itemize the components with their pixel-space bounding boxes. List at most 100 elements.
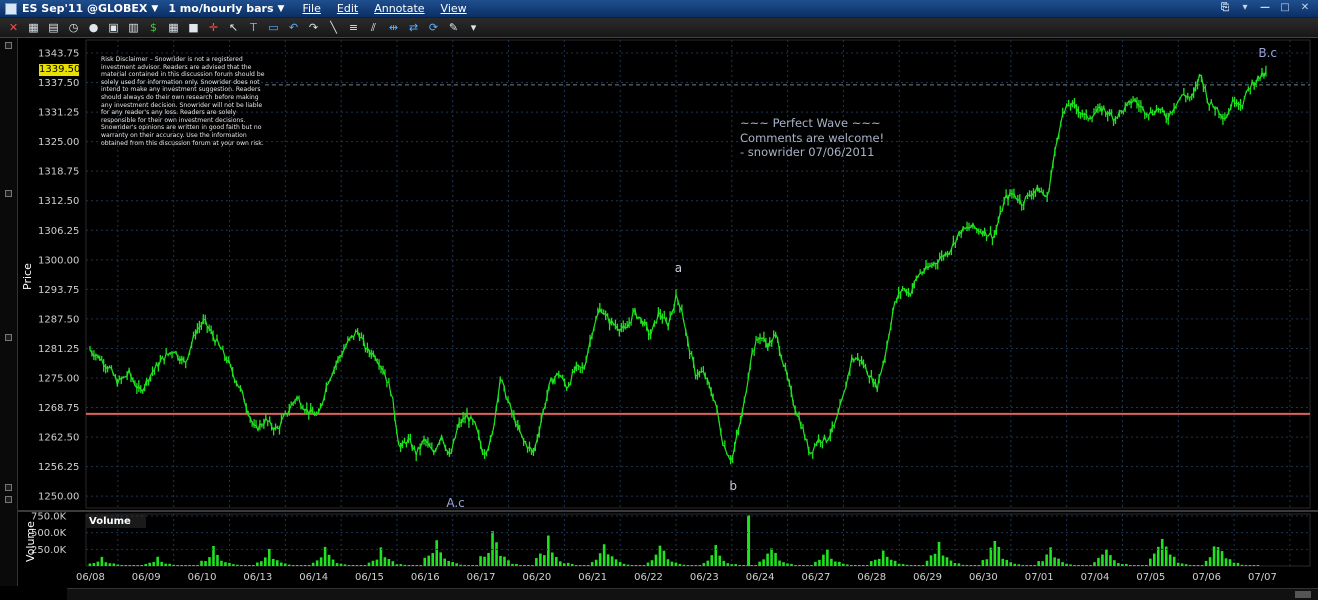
volume-bar (977, 565, 981, 566)
x-day-label: 06/10 (188, 572, 217, 583)
volume-bar (551, 552, 554, 566)
volume-bar (905, 564, 909, 566)
x-day-label: 06/17 (467, 572, 496, 583)
volume-bar (1228, 559, 1232, 566)
volume-bar (822, 554, 825, 566)
volume-bar (714, 545, 718, 566)
volume-bar (439, 552, 443, 566)
volume-bar (379, 547, 383, 566)
volume-bar (877, 558, 881, 566)
x-day-label: 06/08 (76, 572, 105, 583)
volume-bar (730, 564, 734, 566)
volume-bar (802, 565, 805, 566)
time-scrollbar[interactable] (67, 588, 1318, 600)
volume-bar (770, 548, 773, 566)
volume-bar (782, 562, 785, 566)
volume-bar (901, 564, 905, 566)
volume-bar (499, 555, 502, 566)
y-tick-label: 1250.00 (38, 492, 79, 503)
volume-panel-title: Volume (89, 516, 131, 527)
volume-bar (415, 565, 419, 566)
last-price-badge: 1339.50 (39, 64, 81, 76)
volume-bar (1037, 561, 1040, 566)
volume-bar (726, 563, 730, 566)
volume-bar (694, 565, 698, 566)
scrollbar-thumb[interactable] (1295, 591, 1311, 598)
volume-bar (925, 560, 929, 566)
volume-bar (650, 560, 654, 566)
volume-bar (750, 565, 753, 566)
volume-bar (535, 558, 538, 566)
panel-grip-icon[interactable] (5, 496, 12, 503)
volume-bar (483, 556, 486, 566)
volume-bar (602, 544, 606, 566)
volume-bar (248, 565, 251, 566)
volume-bar (646, 562, 650, 566)
volume-bar (1065, 563, 1068, 566)
y-tick-label: 1287.50 (38, 314, 79, 325)
volume-bar (168, 563, 171, 566)
volume-bar (335, 563, 339, 566)
volume-bar (941, 555, 945, 566)
volume-bar (188, 565, 191, 566)
volume-bar (355, 565, 359, 566)
volume-bar (527, 565, 530, 566)
volume-bar (283, 563, 287, 566)
volume-bar (295, 565, 299, 566)
volume-bar (543, 555, 546, 566)
volume-bar (853, 565, 857, 566)
volume-bar (1133, 565, 1136, 566)
volume-bar (367, 562, 371, 566)
volume-bar (343, 564, 347, 566)
volume-bar (1236, 562, 1240, 566)
volume-bar (566, 562, 570, 566)
x-day-label: 06/24 (746, 572, 775, 583)
volume-bar (626, 564, 630, 566)
comment-line: Comments are welcome! (740, 130, 885, 145)
volume-bar (766, 553, 769, 566)
volume-bar (861, 565, 865, 566)
volume-bar (957, 563, 961, 566)
volume-bar (1073, 565, 1076, 566)
volume-bar (698, 565, 702, 566)
volume-bar (586, 565, 590, 566)
y-tick-label: 1275.00 (38, 374, 79, 385)
volume-bar (758, 561, 761, 566)
volume-bar (531, 565, 534, 566)
volume-bar (311, 562, 315, 566)
volume-bar (670, 561, 674, 566)
y-tick-label: 1256.25 (38, 462, 79, 473)
x-day-label: 06/14 (299, 572, 328, 583)
volume-bar (1200, 565, 1204, 566)
volume-bar (315, 560, 319, 566)
volume-bar (869, 561, 873, 566)
y-tick-label: 1281.25 (38, 344, 79, 355)
volume-bar (1013, 563, 1017, 566)
volume-bar (734, 564, 737, 566)
volume-bar (176, 564, 179, 566)
x-day-label: 06/20 (522, 572, 551, 583)
volume-bar (511, 563, 514, 566)
volume-bar (790, 563, 793, 566)
volume-bar (1168, 554, 1172, 566)
volume-bar (893, 560, 897, 566)
volume-bar (865, 565, 869, 566)
volume-bar (774, 552, 777, 566)
volume-bar (1125, 563, 1128, 566)
volume-bar (287, 564, 291, 566)
y-tick-label: 1312.50 (38, 196, 79, 207)
volume-bar (228, 562, 231, 566)
volume-bar (582, 565, 586, 566)
y-tick-label: 1268.75 (38, 403, 79, 414)
panel-grip-icon[interactable] (5, 484, 12, 491)
x-day-label: 06/21 (578, 572, 607, 583)
panel-grip-icon[interactable] (5, 190, 12, 197)
volume-bar (989, 547, 993, 566)
volume-bar (718, 555, 722, 566)
y-tick-label: 1325.00 (38, 137, 79, 148)
chart-comment: ~~~ Perfect Wave ~~~ Comments are welcom… (740, 116, 884, 160)
panel-grip-icon[interactable] (5, 334, 12, 341)
volume-bar (1184, 564, 1188, 566)
volume-bar (1001, 558, 1005, 566)
panel-grip-icon[interactable] (5, 42, 12, 49)
